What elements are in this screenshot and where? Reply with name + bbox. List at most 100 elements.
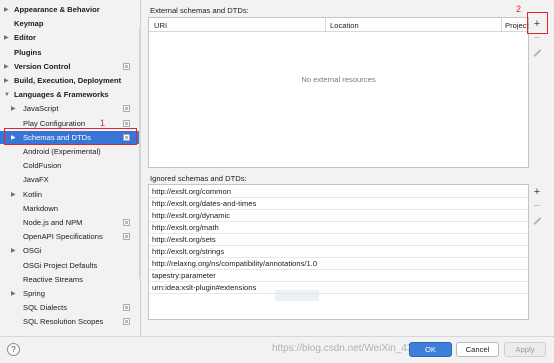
ignored-schemas-table: http://exslt.org/common http://exslt.org/… — [148, 184, 529, 320]
sidebar-item[interactable]: SQL Resolution Scopes — [0, 315, 141, 328]
chevron-right-icon[interactable]: ▶ — [11, 247, 17, 254]
chevron-right-icon[interactable]: ▶ — [4, 34, 10, 41]
ignored-schema-row[interactable]: http://relaxng.org/ns/compatibility/anno… — [149, 258, 528, 270]
sidebar-item-label: SQL Dialects — [23, 303, 68, 313]
sidebar-item-label: SQL Resolution Scopes — [23, 317, 104, 327]
column-header-uri[interactable]: URI — [154, 21, 167, 30]
dialog-footer: ? https://blog.csdn.net/WeiXin_43848889 … — [0, 336, 554, 363]
chevron-right-icon[interactable]: ▶ — [11, 191, 17, 198]
chevron-down-icon[interactable]: ▼ — [4, 92, 10, 98]
sidebar-item-label: OSGi Project Defaults — [23, 260, 98, 270]
sidebar-item-label: Keymap — [14, 19, 44, 29]
annotation-number-2: 2 — [516, 4, 522, 14]
sidebar-item[interactable]: ▶ Editor — [0, 31, 141, 44]
sidebar-item-label: ColdFusion — [23, 161, 62, 171]
help-button[interactable]: ? — [7, 343, 20, 356]
sidebar-item-label: Spring — [23, 289, 45, 298]
sidebar-item-label: Android (Experimental) — [23, 147, 101, 156]
add-ignored-button[interactable]: + — [530, 185, 544, 199]
settings-sidebar: ▶ Appearance & Behavior Keymap ▶ Editor Plugi… — [0, 0, 141, 336]
sidebar-item[interactable]: Markdown — [0, 202, 141, 215]
sidebar-item[interactable]: Android (Experimental) — [0, 145, 141, 158]
column-header-project[interactable]: Project — [505, 21, 529, 30]
remove-ignored-button[interactable]: − — [530, 199, 544, 213]
external-schemas-title: External schemas and DTDs: — [150, 6, 249, 15]
sidebar-item-label: JavaScript — [23, 104, 59, 114]
plus-icon: + — [533, 186, 541, 198]
pencil-icon — [533, 217, 541, 225]
sidebar-item[interactable]: Reactive Streams — [0, 273, 141, 286]
annotation-number-1: 1 — [100, 118, 106, 128]
project-settings-icon — [123, 304, 130, 312]
project-settings-icon — [123, 318, 130, 326]
sidebar-item-label: Version Control — [14, 61, 71, 71]
project-settings-icon — [123, 219, 130, 226]
sidebar-item[interactable]: Plugins — [0, 46, 141, 59]
ignored-schema-row[interactable]: http://exslt.org/common — [149, 186, 528, 198]
question-icon: ? — [11, 345, 16, 354]
sidebar-item[interactable]: ▶ Kotlin — [0, 188, 141, 201]
ignored-schema-row[interactable]: http://exslt.org/sets — [149, 234, 528, 246]
ignored-schemas-title: Ignored schemas and DTDs: — [150, 174, 247, 183]
sidebar-item-label: Appearance & Behavior — [14, 5, 100, 14]
sidebar-item[interactable]: ▶ Version Control — [0, 60, 141, 73]
minus-icon: − — [533, 200, 541, 212]
chevron-right-icon[interactable]: ▶ — [11, 290, 17, 297]
ignored-schema-row[interactable]: urn:idea:xslt-plugin#extensions — [149, 282, 528, 294]
external-table-header: URI Location Project — [149, 18, 529, 32]
edit-external-button[interactable] — [530, 46, 544, 60]
ignored-schema-row[interactable]: http://exslt.org/math — [149, 222, 528, 234]
sidebar-item[interactable]: SQL Dialects — [0, 301, 141, 314]
sidebar-item-label: Build, Execution, Deployment — [14, 76, 122, 85]
project-settings-icon — [123, 62, 130, 70]
sidebar-item-label: Editor — [14, 33, 36, 43]
chevron-right-icon[interactable]: ▶ — [4, 63, 10, 70]
project-settings-icon — [123, 233, 130, 241]
apply-button[interactable]: Apply — [504, 342, 546, 357]
sidebar-item[interactable]: OpenAPI Specifications — [0, 230, 141, 243]
cancel-button[interactable]: Cancel — [456, 342, 499, 357]
sidebar-item-label: Reactive Streams — [23, 274, 83, 284]
ignored-schema-row[interactable]: tapestry:parameter — [149, 270, 528, 282]
project-settings-icon — [123, 119, 130, 127]
column-header-location[interactable]: Location — [330, 21, 359, 30]
chevron-right-icon[interactable]: ▶ — [11, 105, 17, 112]
sidebar-item-label: Plugins — [14, 47, 42, 57]
empty-state-text: No external resources — [301, 75, 376, 84]
sidebar-item[interactable]: ▶ OSGi — [0, 244, 141, 257]
external-schemas-table: URI Location Project No external resourc… — [148, 17, 529, 168]
sidebar-item[interactable]: OSGi Project Defaults — [0, 259, 141, 272]
sidebar-item-label: Node.js and NPM — [23, 218, 83, 227]
ignored-schema-row[interactable]: http://exslt.org/strings — [149, 246, 528, 258]
sidebar-item-label: Play Configuration — [23, 118, 86, 128]
column-separator — [501, 18, 502, 32]
sidebar-scrollbar[interactable] — [139, 28, 141, 278]
sidebar-item[interactable]: Keymap — [0, 17, 141, 30]
annotation-box-add — [527, 12, 548, 34]
sidebar-item[interactable]: ▶ JavaScript — [0, 102, 141, 115]
sidebar-item-label: JavaFX — [23, 175, 49, 185]
sidebar-item-label: Markdown — [23, 203, 59, 213]
pencil-icon — [533, 49, 541, 57]
sidebar-item[interactable]: ▶ Build, Execution, Deployment — [0, 74, 141, 87]
sidebar-item[interactable]: ▶ Appearance & Behavior — [0, 3, 141, 16]
sidebar-item[interactable]: JavaFX — [0, 173, 141, 186]
sidebar-item[interactable]: Node.js and NPM — [0, 216, 141, 229]
chevron-right-icon[interactable]: ▶ — [4, 77, 10, 84]
sidebar-item[interactable]: ▼ Languages & Frameworks — [0, 88, 141, 101]
edit-ignored-button[interactable] — [530, 214, 544, 228]
drag-hint-overlay — [275, 290, 319, 301]
ignored-schema-row[interactable]: http://exslt.org/dynamic — [149, 210, 528, 222]
chevron-right-icon[interactable]: ▶ — [4, 6, 10, 13]
sidebar-item[interactable]: ColdFusion — [0, 159, 141, 172]
project-settings-icon — [123, 105, 130, 113]
ok-button[interactable]: OK — [409, 342, 452, 357]
ignored-schema-row[interactable]: http://exslt.org/dates-and-times — [149, 198, 528, 210]
sidebar-item-label: Kotlin — [23, 189, 42, 199]
annotation-box-schemas — [4, 128, 137, 145]
column-separator — [325, 18, 326, 32]
sidebar-item-label: OpenAPI Specifications — [23, 232, 103, 242]
sidebar-item[interactable]: ▶ Spring — [0, 287, 141, 300]
sidebar-item-label: Languages & Frameworks — [14, 90, 109, 100]
sidebar-item-label: OSGi — [23, 246, 42, 256]
